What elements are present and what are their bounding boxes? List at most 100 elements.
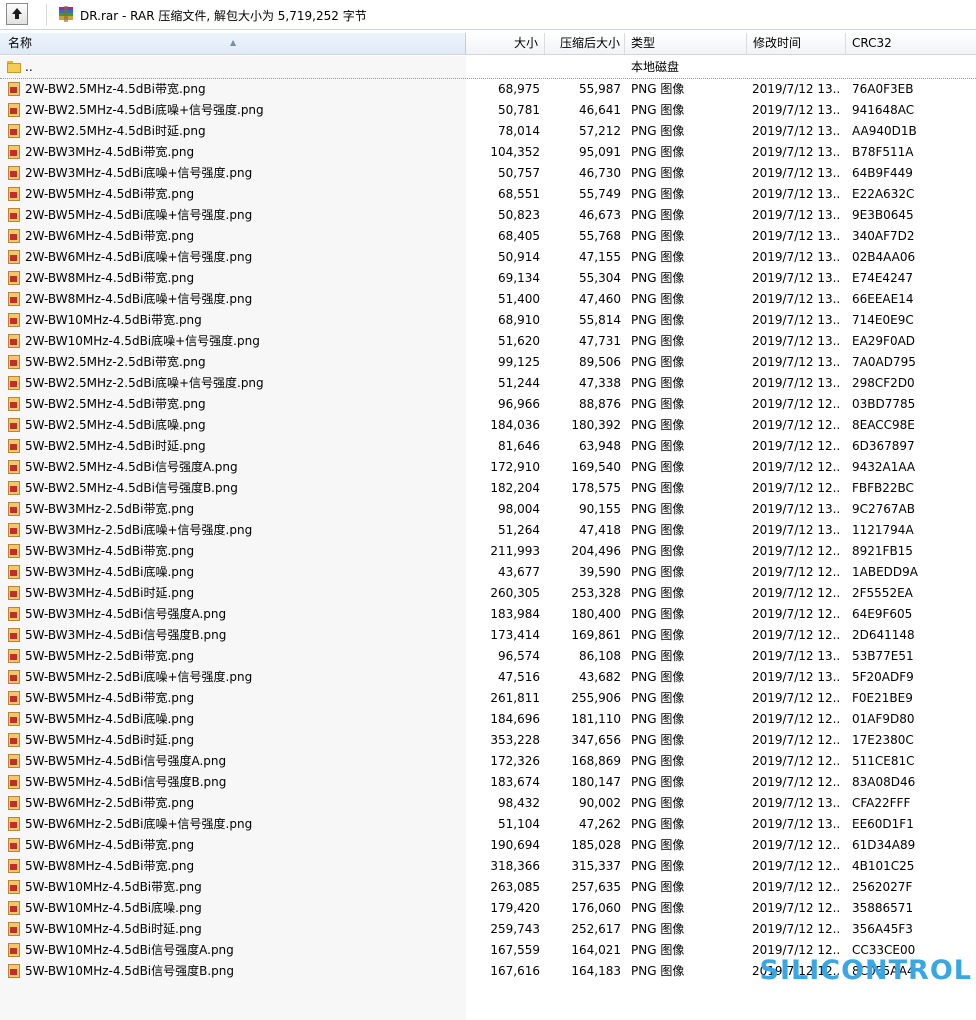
up-level-button[interactable] — [6, 3, 28, 25]
file-size: 98,004 — [498, 502, 540, 516]
file-size: 50,823 — [498, 208, 540, 222]
file-name: 5W-BW10MHz-4.5dBi信号强度A.png — [25, 943, 234, 957]
file-type: PNG 图像 — [631, 502, 685, 516]
file-row[interactable]: 5W-BW5MHz-4.5dBi信号强度A.png 172,326 168,869 P… — [0, 751, 976, 772]
file-crc32: EE60D1F1 — [852, 817, 914, 831]
file-row[interactable]: 5W-BW3MHz-4.5dBi底噪.png 43,677 39,590 PNG 图像… — [0, 562, 976, 583]
file-type: PNG 图像 — [631, 418, 685, 432]
file-type: PNG 图像 — [631, 628, 685, 642]
file-type: PNG 图像 — [631, 145, 685, 159]
file-packed-size: 55,987 — [579, 82, 621, 96]
png-image-icon — [7, 145, 21, 159]
file-modified: 2019/7/12 13... — [752, 670, 840, 684]
file-row[interactable]: 2W-BW8MHz-4.5dBi底噪+信号强度.png 51,400 47,460 P… — [0, 289, 976, 310]
file-row[interactable]: 5W-BW3MHz-4.5dBi信号强度B.png 173,414 169,861 P… — [0, 625, 976, 646]
file-row[interactable]: 2W-BW3MHz-4.5dBi带宽.png 104,352 95,091 PNG 图… — [0, 142, 976, 163]
file-row[interactable]: 2W-BW6MHz-4.5dBi带宽.png 68,405 55,768 PNG 图像… — [0, 226, 976, 247]
file-row[interactable]: 2W-BW6MHz-4.5dBi底噪+信号强度.png 50,914 47,155 P… — [0, 247, 976, 268]
file-row[interactable]: 5W-BW2.5MHz-2.5dBi底噪+信号强度.png 51,244 47,33… — [0, 373, 976, 394]
file-row[interactable]: 2W-BW10MHz-4.5dBi底噪+信号强度.png 51,620 47,731… — [0, 331, 976, 352]
file-crc32: 64E9F605 — [852, 607, 913, 621]
png-image-icon — [7, 649, 21, 663]
file-size: 172,326 — [490, 754, 540, 768]
file-name: 5W-BW6MHz-2.5dBi底噪+信号强度.png — [25, 817, 253, 831]
column-header-size[interactable]: 大小 — [466, 33, 545, 54]
file-row[interactable]: 5W-BW10MHz-4.5dBi带宽.png 263,085 257,635 PNG… — [0, 877, 976, 898]
file-packed-size: 180,392 — [571, 418, 621, 432]
file-modified: 2019/7/12 12... — [752, 628, 840, 642]
file-modified: 2019/7/12 12... — [752, 691, 840, 705]
column-header-crc32[interactable]: CRC32 — [846, 33, 976, 54]
png-image-icon — [7, 481, 21, 495]
file-packed-size: 178,575 — [571, 481, 621, 495]
file-row[interactable]: 5W-BW5MHz-2.5dBi带宽.png 96,574 86,108 PNG 图像… — [0, 646, 976, 667]
file-packed-size: 55,814 — [579, 313, 621, 327]
file-row[interactable]: 5W-BW10MHz-4.5dBi底噪.png 179,420 176,060 PNG… — [0, 898, 976, 919]
file-row[interactable]: 5W-BW5MHz-4.5dBi时延.png 353,228 347,656 PNG … — [0, 730, 976, 751]
file-crc32: 7A0AD795 — [852, 355, 916, 369]
png-image-icon — [7, 376, 21, 390]
file-row[interactable]: 5W-BW3MHz-2.5dBi底噪+信号强度.png 51,264 47,418 P… — [0, 520, 976, 541]
file-row[interactable]: 5W-BW2.5MHz-4.5dBi信号强度A.png 172,910 169,54… — [0, 457, 976, 478]
file-row[interactable]: 5W-BW5MHz-2.5dBi底噪+信号强度.png 47,516 43,682 P… — [0, 667, 976, 688]
file-row[interactable]: 5W-BW3MHz-4.5dBi信号强度A.png 183,984 180,400 P… — [0, 604, 976, 625]
file-modified: 2019/7/12 13... — [752, 817, 840, 831]
file-row[interactable]: 5W-BW2.5MHz-4.5dBi带宽.png 96,966 88,876 PNG … — [0, 394, 976, 415]
file-size: 318,366 — [490, 859, 540, 873]
file-modified: 2019/7/12 13... — [752, 82, 840, 96]
file-type: PNG 图像 — [631, 943, 685, 957]
file-modified: 2019/7/12 13... — [752, 649, 840, 663]
file-modified: 2019/7/12 13... — [752, 166, 840, 180]
file-row[interactable]: 5W-BW5MHz-4.5dBi底噪.png 184,696 181,110 PNG … — [0, 709, 976, 730]
file-crc32: 9432A1AA — [852, 460, 916, 474]
file-row[interactable]: 5W-BW2.5MHz-2.5dBi带宽.png 99,125 89,506 PNG … — [0, 352, 976, 373]
file-row[interactable]: 2W-BW2.5MHz-4.5dBi带宽.png 68,975 55,987 PNG … — [0, 79, 976, 100]
file-row[interactable]: 5W-BW5MHz-4.5dBi信号强度B.png 183,674 180,147 P… — [0, 772, 976, 793]
file-row[interactable]: 2W-BW2.5MHz-4.5dBi时延.png 78,014 57,212 PNG … — [0, 121, 976, 142]
file-packed-size: 95,091 — [579, 145, 621, 159]
file-row[interactable]: 5W-BW2.5MHz-4.5dBi信号强度B.png 182,204 178,57… — [0, 478, 976, 499]
file-crc32: EA29F0AD — [852, 334, 916, 348]
file-type: PNG 图像 — [631, 292, 685, 306]
file-type: PNG 图像 — [631, 544, 685, 558]
file-name: 5W-BW10MHz-4.5dBi底噪.png — [25, 901, 202, 915]
file-row[interactable]: 5W-BW2.5MHz-4.5dBi底噪.png 184,036 180,392 PN… — [0, 415, 976, 436]
file-type: PNG 图像 — [631, 376, 685, 390]
file-name: 5W-BW3MHz-4.5dBi信号强度A.png — [25, 607, 227, 621]
file-row[interactable]: 5W-BW2.5MHz-4.5dBi时延.png 81,646 63,948 PNG … — [0, 436, 976, 457]
file-crc32: 340AF7D2 — [852, 229, 915, 243]
file-row[interactable]: 5W-BW10MHz-4.5dBi时延.png 259,743 252,617 PNG… — [0, 919, 976, 940]
png-image-icon — [7, 271, 21, 285]
file-row[interactable]: 2W-BW2.5MHz-4.5dBi底噪+信号强度.png 50,781 46,64… — [0, 100, 976, 121]
file-size: 68,405 — [498, 229, 540, 243]
file-row[interactable]: 2W-BW5MHz-4.5dBi带宽.png 68,551 55,749 PNG 图像… — [0, 184, 976, 205]
file-row[interactable]: 5W-BW6MHz-2.5dBi带宽.png 98,432 90,002 PNG 图像… — [0, 793, 976, 814]
file-name: 5W-BW5MHz-2.5dBi底噪+信号强度.png — [25, 670, 253, 684]
file-modified: 2019/7/12 13... — [752, 208, 840, 222]
column-header-type[interactable]: 类型 — [625, 33, 747, 54]
file-row[interactable]: 5W-BW3MHz-4.5dBi时延.png 260,305 253,328 PNG … — [0, 583, 976, 604]
png-image-icon — [7, 628, 21, 642]
file-modified: 2019/7/12 12... — [752, 418, 840, 432]
file-row[interactable]: 5W-BW6MHz-2.5dBi底噪+信号强度.png 51,104 47,262 P… — [0, 814, 976, 835]
column-header-name[interactable]: 名称 ▲ — [0, 33, 466, 54]
file-crc32: 66EEAE14 — [852, 292, 914, 306]
column-header-modified[interactable]: 修改时间 — [747, 33, 846, 54]
file-crc32: 64B9F449 — [852, 166, 913, 180]
file-row[interactable]: 2W-BW10MHz-4.5dBi带宽.png 68,910 55,814 PNG 图… — [0, 310, 976, 331]
file-packed-size: 47,731 — [579, 334, 621, 348]
file-size: 51,244 — [498, 376, 540, 390]
file-row[interactable]: 5W-BW8MHz-4.5dBi带宽.png 318,366 315,337 PNG … — [0, 856, 976, 877]
file-row[interactable]: 2W-BW5MHz-4.5dBi底噪+信号强度.png 50,823 46,673 P… — [0, 205, 976, 226]
file-row[interactable]: 5W-BW5MHz-4.5dBi带宽.png 261,811 255,906 PNG … — [0, 688, 976, 709]
file-row[interactable]: 2W-BW8MHz-4.5dBi带宽.png 69,134 55,304 PNG 图像… — [0, 268, 976, 289]
column-header-packed-size[interactable]: 压缩后大小 — [545, 33, 625, 54]
file-row[interactable]: 5W-BW6MHz-4.5dBi带宽.png 190,694 185,028 PNG … — [0, 835, 976, 856]
parent-folder-row[interactable]: .. 本地磁盘 — [0, 57, 976, 79]
file-size: 353,228 — [490, 733, 540, 747]
file-type: PNG 图像 — [631, 187, 685, 201]
file-row[interactable]: 5W-BW3MHz-4.5dBi带宽.png 211,993 204,496 PNG … — [0, 541, 976, 562]
file-row[interactable]: 2W-BW3MHz-4.5dBi底噪+信号强度.png 50,757 46,730 P… — [0, 163, 976, 184]
file-row[interactable]: 5W-BW3MHz-2.5dBi带宽.png 98,004 90,155 PNG 图像… — [0, 499, 976, 520]
png-image-icon — [7, 208, 21, 222]
